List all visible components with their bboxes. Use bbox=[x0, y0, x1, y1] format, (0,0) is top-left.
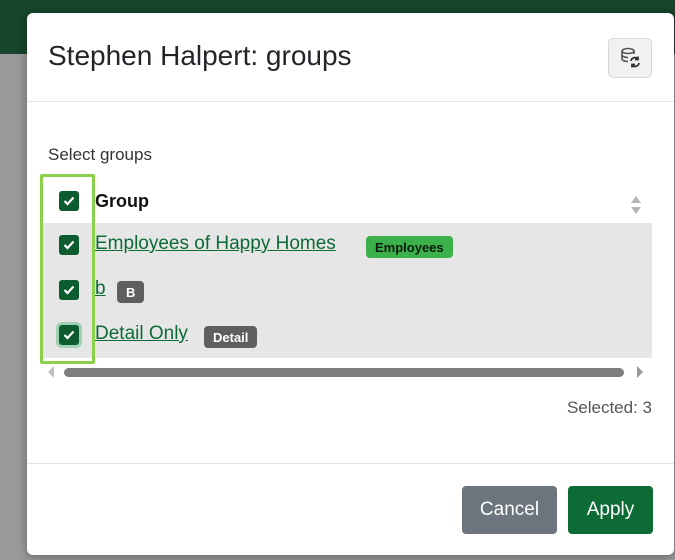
group-badge: Employees bbox=[366, 236, 453, 258]
modal-title: Stephen Halpert: groups bbox=[48, 40, 352, 71]
modal-footer: Cancel Apply bbox=[27, 463, 674, 555]
table-row[interactable]: b B bbox=[40, 268, 652, 313]
modal-body: Select groups Group Employees of Happy H… bbox=[27, 103, 674, 463]
apply-button[interactable]: Apply bbox=[568, 486, 653, 534]
grid-rows: Employees of Happy Homes Employees b B D… bbox=[40, 223, 652, 358]
sort-icon[interactable] bbox=[630, 195, 642, 215]
refresh-database-button[interactable] bbox=[608, 38, 652, 78]
groups-grid: Group Employees of Happy Homes Employees bbox=[40, 174, 652, 389]
select-groups-label: Select groups bbox=[48, 145, 152, 164]
checkbox-column-highlight bbox=[40, 174, 95, 364]
group-badge: Detail bbox=[204, 326, 258, 348]
scroll-right-arrow-icon[interactable] bbox=[637, 366, 643, 378]
column-header-group[interactable]: Group bbox=[95, 191, 149, 212]
selected-count: Selected: 3 bbox=[566, 398, 652, 417]
table-row[interactable]: Detail Only Detail bbox=[40, 313, 652, 358]
scrollbar-thumb[interactable] bbox=[64, 368, 624, 377]
database-refresh-icon bbox=[621, 47, 640, 68]
group-link[interactable]: Employees of Happy Homes bbox=[95, 233, 336, 255]
group-badge: B bbox=[117, 281, 145, 303]
horizontal-scrollbar[interactable] bbox=[40, 365, 652, 379]
modal-header: Stephen Halpert: groups bbox=[27, 13, 674, 102]
cancel-button[interactable]: Cancel bbox=[462, 486, 557, 534]
scroll-left-arrow-icon[interactable] bbox=[48, 366, 54, 378]
group-link[interactable]: b bbox=[95, 278, 106, 300]
group-link[interactable]: Detail Only bbox=[95, 323, 188, 345]
groups-modal: Stephen Halpert: groups Select groups Gr… bbox=[27, 13, 674, 555]
grid-header: Group bbox=[40, 179, 652, 223]
table-row[interactable]: Employees of Happy Homes Employees bbox=[40, 223, 652, 268]
